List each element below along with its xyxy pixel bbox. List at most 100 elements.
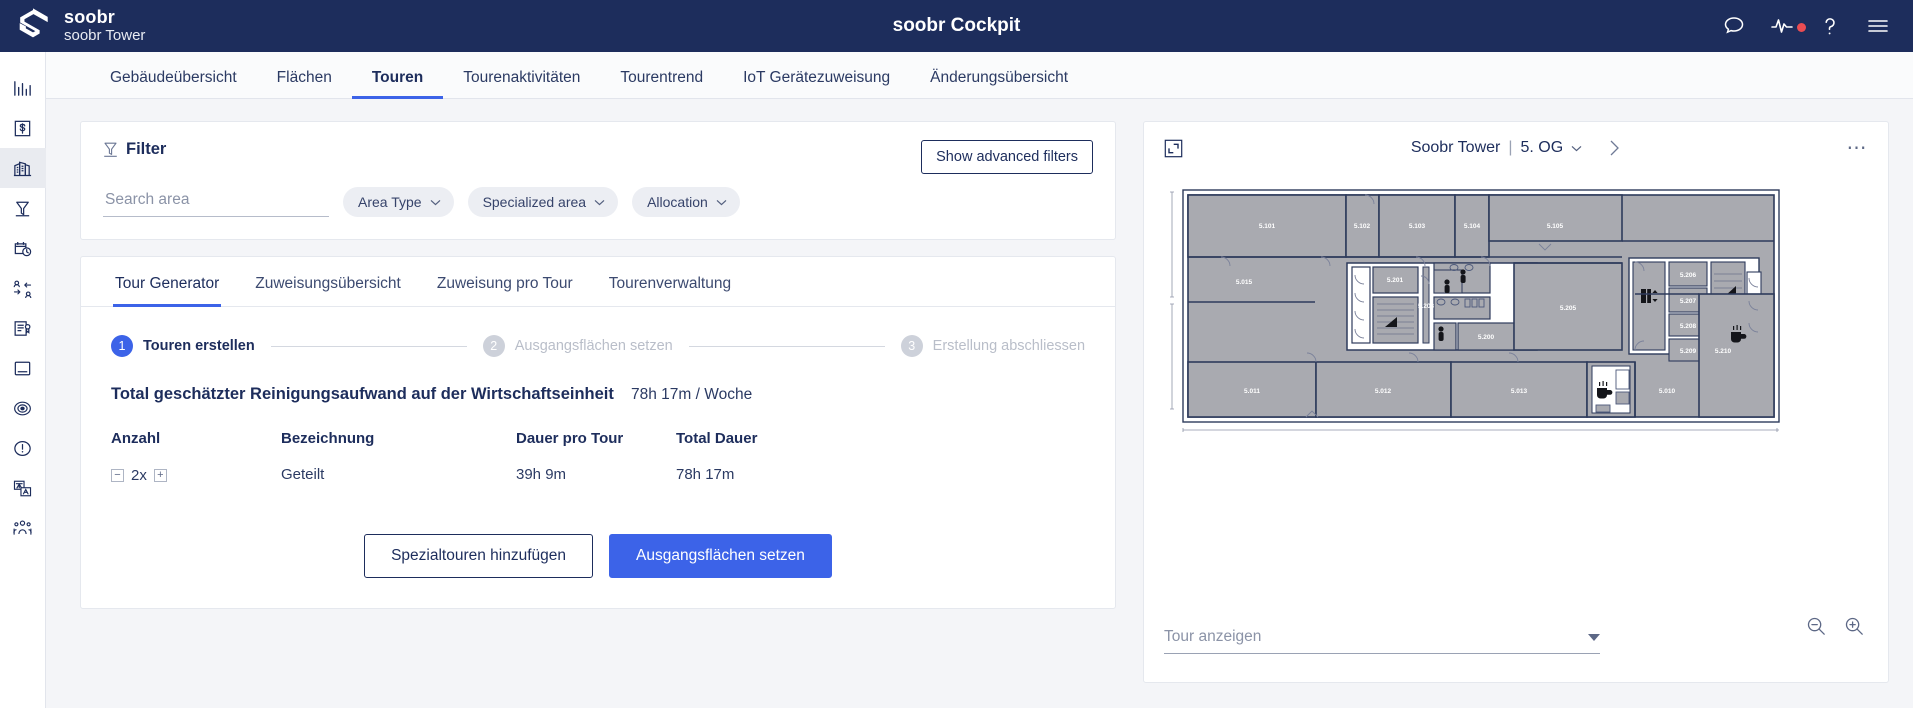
set-start-areas-button[interactable]: Ausgangsflächen setzen [609, 534, 832, 578]
right-column: Soobr Tower | 5. OG ⋯ 5.101 5.102 5.103 … [1143, 121, 1889, 708]
translate-icon [13, 480, 32, 496]
chevron-right-icon [1610, 140, 1620, 156]
search-input[interactable] [103, 187, 329, 217]
tours-table: Anzahl Bezeichnung Dauer pro Tour Total … [81, 430, 1115, 484]
room-label: 5.015 [1236, 279, 1253, 286]
sidebar-item-finance[interactable] [0, 108, 46, 148]
floor-selector[interactable]: Soobr Tower | 5. OG [1411, 139, 1582, 157]
table-header-row: Anzahl Bezeichnung Dauer pro Tour Total … [111, 430, 1085, 447]
header-actions [1721, 13, 1913, 39]
filter-chip-specialized-area-label: Specialized area [482, 194, 587, 210]
room-label: 5.206 [1680, 272, 1697, 279]
tab-tour-generator[interactable]: Tour Generator [97, 257, 237, 307]
notification-badge-dot [1797, 23, 1806, 32]
add-special-tours-button[interactable]: Spezialtouren hinzufügen [364, 534, 594, 578]
cell-total-dauer: 78h 17m [676, 466, 735, 483]
room-label: 5.201 [1387, 277, 1404, 284]
tab-tourenverwaltung[interactable]: Tourenverwaltung [591, 257, 749, 306]
help-question-icon[interactable] [1817, 13, 1843, 39]
sidebar-item-contracts[interactable] [0, 308, 46, 348]
decrement-button[interactable]: − [111, 469, 124, 482]
effort-summary: Total geschätzter Reinigungsaufwand auf … [81, 357, 1115, 404]
step-1-touren-erstellen[interactable]: 1 Touren erstellen [111, 335, 255, 357]
floorplan-drawing[interactable]: 5.101 5.102 5.103 5.104 5.105 5.015 5.20… [1169, 184, 1789, 444]
increment-button[interactable]: + [153, 469, 167, 482]
column-header-anzahl: Anzahl [111, 430, 161, 447]
sidebar-item-buildings[interactable] [0, 148, 46, 188]
tab-zuweisungsuebersicht[interactable]: Zuweisungsübersicht [237, 257, 419, 306]
tour-select-dropdown[interactable]: Tour anzeigen [1164, 628, 1600, 654]
expand-corner-icon[interactable] [1164, 139, 1183, 158]
room-label: 5.200 [1478, 334, 1495, 341]
funnel-icon [15, 201, 30, 216]
sidebar-item-assignments[interactable] [0, 268, 46, 308]
step-3-erstellung-abschliessen[interactable]: 3 Erstellung abschliessen [900, 335, 1086, 357]
floorplan-panel: Soobr Tower | 5. OG ⋯ 5.101 5.102 5.103 … [1143, 121, 1889, 683]
floor-name: 5. OG [1520, 139, 1564, 156]
nav-tab-tourenaktivitaeten[interactable]: Tourenaktivitäten [443, 69, 600, 98]
chevron-down-icon [430, 199, 440, 205]
target-radar-icon [14, 401, 31, 415]
room-label: 5.210 [1715, 348, 1732, 355]
step-3-label: Erstellung abschliessen [932, 338, 1086, 354]
table-row: − 2x + Geteilt 39h 9m 78h 17m [111, 465, 1085, 484]
cell-anzahl: − 2x + [111, 465, 281, 484]
filter-controls-row: Area Type Specialized area Allocation [103, 187, 1093, 217]
room-label: 5.209 [1680, 348, 1697, 355]
chat-bubble-icon[interactable] [1721, 13, 1747, 39]
step-3-number: 3 [900, 335, 923, 357]
floorplan-stage[interactable]: 5.101 5.102 5.103 5.104 5.105 5.015 5.20… [1144, 174, 1888, 559]
activity-pulse-icon[interactable] [1769, 13, 1806, 39]
more-options-icon[interactable]: ⋯ [1847, 138, 1869, 158]
nav-tab-gebaeudeuebersicht[interactable]: Gebäudeübersicht [90, 69, 257, 98]
sidebar-item-filters[interactable] [0, 188, 46, 228]
effort-summary-value: 78h 17m / Woche [631, 385, 753, 403]
room-label: 5.102 [1354, 223, 1371, 230]
step-2-ausgangsflaechen-setzen[interactable]: 2 Ausgangsflächen setzen [482, 335, 673, 357]
filter-chip-specialized-area[interactable]: Specialized area [467, 187, 619, 217]
building-name: Soobr Tower [1410, 139, 1501, 156]
filter-chip-area-type[interactable]: Area Type [343, 187, 454, 217]
stepper-connector [688, 345, 885, 347]
sidebar-item-analytics[interactable] [0, 68, 46, 108]
hamburger-menu-icon[interactable] [1865, 13, 1891, 39]
filter-chip-allocation[interactable]: Allocation [632, 187, 740, 217]
sidebar-item-schedule[interactable] [0, 228, 46, 268]
nav-tab-tourentrend[interactable]: Tourentrend [600, 69, 723, 98]
alert-circle-icon [14, 440, 31, 456]
main-nav: Gebäudeübersicht Flächen Touren Tourenak… [46, 52, 1913, 99]
filter-title: Filter [126, 140, 167, 158]
cell-dauer-pro-tour: 39h 9m [516, 466, 567, 483]
tab-zuweisung-pro-tour[interactable]: Zuweisung pro Tour [419, 257, 591, 306]
quantity-value: 2x [131, 467, 147, 484]
filter-panel: Filter Show advanced filters Area Type S… [80, 121, 1116, 240]
brand-block[interactable]: soobr soobr Tower [0, 6, 260, 46]
show-advanced-filters-button[interactable]: Show advanced filters [921, 140, 1093, 174]
title-separator: | [1508, 139, 1513, 156]
zoom-out-icon[interactable] [1806, 616, 1826, 636]
step-2-label: Ausgangsflächen setzen [514, 338, 673, 354]
cell-bezeichnung: Geteilt [281, 466, 325, 483]
filter-chip-allocation-label: Allocation [647, 194, 708, 210]
page-body: Filter Show advanced filters Area Type S… [46, 99, 1913, 708]
step-2-number: 2 [482, 335, 505, 357]
room-label: 5.205 [1560, 305, 1577, 312]
user-swap-icon [13, 280, 32, 298]
nav-tab-touren[interactable]: Touren [351, 69, 444, 99]
chevron-down-icon [1588, 633, 1600, 641]
sidebar-item-cards[interactable] [0, 348, 46, 388]
soobr-logo-icon [14, 6, 52, 46]
zoom-in-icon[interactable] [1844, 616, 1864, 636]
nav-tab-iot-geraetezuweisung[interactable]: IoT Gerätezuweisung [723, 69, 910, 98]
stepper-connector [270, 345, 467, 347]
sidebar-item-tracking[interactable] [0, 388, 46, 428]
floorplan-title-group: Soobr Tower | 5. OG [1144, 139, 1888, 157]
sidebar-item-alerts[interactable] [0, 428, 46, 468]
tour-subtabs: Tour Generator Zuweisungsübersicht Zuwei… [81, 257, 1115, 307]
team-group-icon [13, 519, 32, 535]
sidebar-item-language[interactable] [0, 468, 46, 508]
sidebar-item-teams[interactable] [0, 508, 46, 548]
nav-tab-aenderungsuebersicht[interactable]: Änderungsübersicht [910, 69, 1088, 98]
nav-tab-flaechen[interactable]: Flächen [257, 69, 352, 98]
dollar-document-icon [14, 120, 31, 136]
